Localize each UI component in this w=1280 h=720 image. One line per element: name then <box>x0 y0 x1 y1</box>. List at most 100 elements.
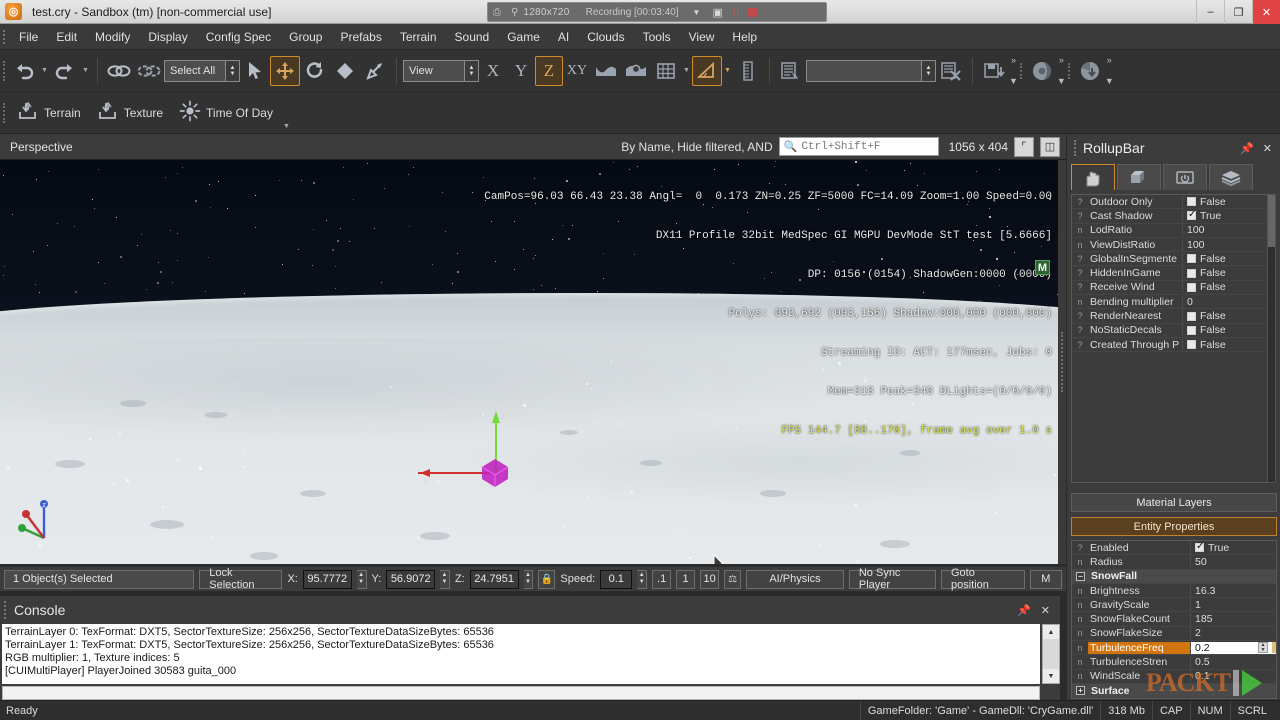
property-value[interactable]: False <box>1182 324 1268 337</box>
menu-item-modify[interactable]: Modify <box>86 26 139 48</box>
console-scrollbar[interactable]: ▲ ▼ <box>1042 624 1060 684</box>
select-tool-button[interactable] <box>240 56 270 86</box>
rollupbar-tab-display[interactable] <box>1163 164 1207 190</box>
lock-selection-button[interactable]: Lock Selection <box>199 567 283 591</box>
x-spinner[interactable]: ▲ ▼ <box>356 569 367 589</box>
scale-tool-button[interactable] <box>330 56 360 86</box>
property-row[interactable]: n TurbulenceStren 0.5 <box>1072 655 1276 670</box>
rollupbar-tab-terrain[interactable] <box>1117 164 1161 190</box>
property-row[interactable]: ? Enabled True <box>1072 541 1276 556</box>
property-row[interactable]: n Bending multiplier 0 <box>1072 295 1268 310</box>
material-layers-band[interactable]: Material Layers <box>1071 493 1277 512</box>
property-value[interactable]: 1 <box>1190 598 1276 611</box>
delete-layer-icon[interactable] <box>936 56 966 86</box>
property-row[interactable]: ? Cast Shadow True <box>1072 209 1268 224</box>
toolbar-overflow-2[interactable]: » ▼ <box>1057 55 1066 86</box>
coordinate-system-spinner[interactable]: ▲ ▼ <box>464 60 478 81</box>
close-icon[interactable]: ✕ <box>1263 142 1272 155</box>
property-row[interactable]: ? RenderNearest False <box>1072 309 1268 324</box>
toolbar-grip-2[interactable] <box>1018 56 1027 86</box>
rollupbar-grip[interactable] <box>1071 137 1079 159</box>
layer-combo[interactable]: ▲ ▼ <box>806 59 936 82</box>
menu-item-ai[interactable]: AI <box>549 26 578 48</box>
checkbox-icon[interactable] <box>1187 254 1196 264</box>
x-value-input[interactable]: 95.7772 <box>302 569 352 589</box>
property-value[interactable]: 100 <box>1182 238 1268 251</box>
goto-position-button[interactable]: Goto position <box>941 567 1025 591</box>
property-name[interactable]: WindScale <box>1088 670 1190 682</box>
camera-icon[interactable]: ▣ <box>712 6 722 19</box>
console-output[interactable]: TerrainLayer 0: TexFormat: DXT5, SectorT… <box>2 624 1040 684</box>
property-name[interactable]: Brightness <box>1088 585 1190 597</box>
checkbox-icon[interactable] <box>1195 541 1204 553</box>
overflow-chevrons-icon-3[interactable]: » <box>1107 55 1112 65</box>
property-value[interactable]: False <box>1182 195 1268 208</box>
menu-item-tools[interactable]: Tools <box>634 26 680 48</box>
property-name[interactable]: TurbulenceStren <box>1088 656 1190 668</box>
angle-snap-dropdown-icon[interactable]: ▼ <box>722 67 733 74</box>
property-name[interactable]: LodRatio <box>1088 224 1182 236</box>
time-of-day-button[interactable]: Time Of Day <box>171 100 281 125</box>
property-value[interactable]: 0.2 ▲ ▼ <box>1190 641 1276 654</box>
move-tool-button[interactable] <box>270 55 300 86</box>
property-name[interactable]: GlobalInSegmente <box>1088 253 1182 265</box>
axis-x-button[interactable]: X <box>479 56 507 86</box>
layers-icon[interactable] <box>776 56 806 86</box>
axis-z-button[interactable]: Z <box>535 55 563 86</box>
menu-item-terrain[interactable]: Terrain <box>391 26 446 48</box>
minimize-button[interactable]: – <box>1196 0 1224 24</box>
property-row[interactable]: ? Receive Wind False <box>1072 281 1268 296</box>
screen-recorder-widget[interactable]: ⎙ ⚲ 1280x720 Recording [00:03:40] ▼ ▣ || <box>487 2 827 22</box>
selection-mode-combo[interactable]: Select All ▲ ▼ <box>164 59 240 82</box>
checkbox-icon[interactable] <box>1187 197 1196 207</box>
property-name[interactable]: GravityScale <box>1088 599 1190 611</box>
database-view-icon[interactable] <box>1075 56 1105 86</box>
property-name[interactable]: NoStaticDecals <box>1088 324 1182 336</box>
property-name[interactable]: TurbulenceFreq <box>1088 641 1190 654</box>
y-spinner[interactable]: ▲ ▼ <box>440 569 450 589</box>
console-command-input[interactable] <box>2 686 1040 700</box>
property-value[interactable]: 2 <box>1190 627 1276 640</box>
save-level-icon[interactable] <box>979 56 1009 86</box>
property-row[interactable]: n SnowFlakeSize 2 <box>1072 627 1276 642</box>
sync-player-button[interactable]: No Sync Player <box>848 567 936 591</box>
ai-physics-button[interactable]: AI/Physics <box>746 569 844 589</box>
property-value[interactable]: False <box>1182 252 1268 265</box>
overflow-caret-icon[interactable]: ▼ <box>1009 76 1018 86</box>
overflow-caret-icon-2[interactable]: ▼ <box>1057 76 1066 86</box>
property-row[interactable]: n GravityScale 1 <box>1072 598 1276 613</box>
chevron-down-icon[interactable]: ▼ <box>693 8 701 17</box>
speed-preset-1[interactable]: 1 <box>676 569 696 589</box>
checkbox-icon[interactable] <box>1187 325 1196 335</box>
perspective-viewport[interactable]: X Y Z z y CamPos=96.03 66.43 23.38 Angl=… <box>0 160 1066 564</box>
recorder-pause-button[interactable]: || <box>733 7 740 18</box>
unlink-icon[interactable] <box>134 56 164 86</box>
scrollbar-thumb[interactable] <box>1268 195 1275 247</box>
expander-icon[interactable]: − <box>1076 571 1085 581</box>
speed-spinner[interactable]: ▲ ▼ <box>637 569 648 589</box>
terrain-snap-icon[interactable] <box>591 56 621 86</box>
redo-icon[interactable] <box>50 56 80 86</box>
overflow-chevrons-icon[interactable]: » <box>1011 55 1016 65</box>
checkbox-icon[interactable] <box>1187 209 1196 221</box>
axis-xy-button[interactable]: XY <box>563 56 591 86</box>
property-value[interactable]: 100 <box>1182 224 1268 237</box>
magnifier-icon[interactable]: ⚲ <box>511 7 518 18</box>
pin-icon[interactable]: 📌 <box>1017 604 1031 617</box>
property-value[interactable]: False <box>1182 338 1268 351</box>
search-input[interactable]: 🔍 Ctrl+Shift+F <box>778 137 939 156</box>
checkbox-icon[interactable] <box>1187 282 1196 292</box>
rollupbar-tab-objects[interactable] <box>1071 164 1115 190</box>
import-terrain-button[interactable]: Terrain <box>9 100 89 125</box>
checkbox-icon[interactable] <box>1187 340 1196 350</box>
speed-preset-point1[interactable]: .1 <box>652 569 672 589</box>
property-value[interactable]: False <box>1182 267 1268 280</box>
menu-item-group[interactable]: Group <box>280 26 331 48</box>
property-row[interactable]: ? Outdoor Only False <box>1072 195 1268 210</box>
material-editor-icon[interactable] <box>1027 56 1057 86</box>
file-toolbar-overflow-icon[interactable]: ▼ <box>281 123 292 130</box>
value-spinner[interactable]: ▲ ▼ <box>1258 642 1268 654</box>
z-spinner[interactable]: ▲ ▼ <box>523 569 534 589</box>
object-properties-scrollbar[interactable] <box>1267 194 1276 483</box>
toolbar-overflow-3[interactable]: » ▼ <box>1105 55 1114 86</box>
